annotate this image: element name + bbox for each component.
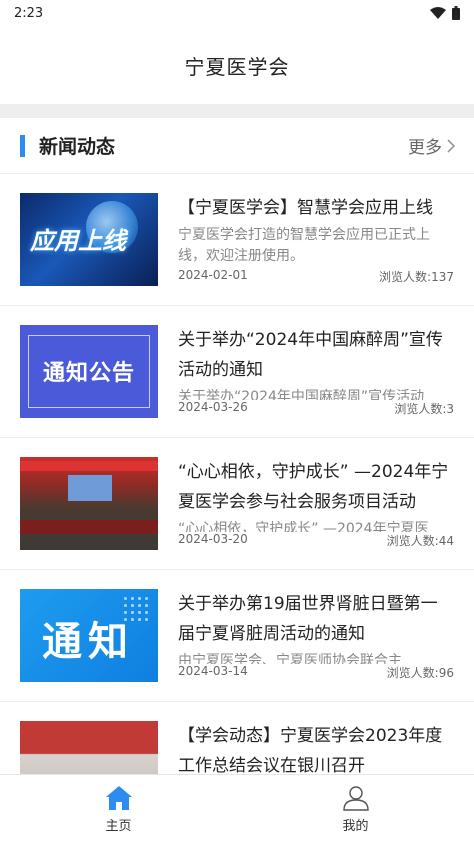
news-item[interactable]: 通知公告 关于举办“2024年中国麻醉周”宣传活动的通知 关于举办“2024年中… — [0, 306, 474, 438]
news-title: 关于举办第19届世界肾脏日暨第一届宁夏肾脏周活动的通知 — [178, 594, 438, 644]
news-date: 2024-03-14 — [178, 664, 248, 678]
section-divider — [0, 104, 474, 118]
news-title: 【宁夏医学会】智慧学会应用上线 — [178, 198, 433, 218]
news-title: 关于举办“2024年中国麻醉周”宣传活动的通知 — [178, 330, 443, 380]
news-thumbnail: 应用上线 — [20, 193, 158, 286]
thumbnail-text: 通知公告 — [42, 361, 135, 386]
news-section-header: 新闻动态 更多 — [0, 118, 474, 174]
news-item[interactable]: 应用上线 【宁夏医学会】智慧学会应用上线 宁夏医学会打造的智慧学会应用已正式上线… — [0, 174, 474, 306]
news-item[interactable]: 通知 关于举办第19届世界肾脏日暨第一届宁夏肾脏周活动的通知 由宁夏医学会、宁夏… — [0, 570, 474, 702]
news-item[interactable]: “心心相依，守护成长” —2024年宁夏医学会参与社会服务项目活动 “心心相依，… — [0, 438, 474, 570]
wifi-icon — [430, 7, 446, 19]
chevron-right-icon — [447, 138, 456, 153]
news-title: 【学会动态】宁夏医学会2023年度工作总结会议在银川召开 — [178, 726, 443, 774]
thumbnail-text: 通知 — [42, 619, 134, 665]
user-icon — [342, 786, 369, 811]
news-item[interactable]: 【学会动态】宁夏医学会2023年度工作总结会议在银川召开 — [0, 702, 474, 774]
more-button[interactable]: 更多 — [408, 133, 456, 158]
section-title: 新闻动态 — [39, 136, 116, 158]
news-date: 2024-03-26 — [178, 400, 248, 414]
app-header: 宁夏医学会 — [0, 26, 474, 104]
thumbnail-text: 应用上线 — [30, 227, 126, 255]
news-title: “心心相依，守护成长” —2024年宁夏医学会参与社会服务项目活动 — [178, 462, 449, 512]
news-thumbnail: 通知 — [20, 589, 158, 682]
news-views: 浏览人数:44 — [386, 534, 454, 548]
tab-mine[interactable]: 我的 — [237, 775, 474, 844]
tab-home-label: 主页 — [105, 819, 132, 834]
news-views: 浏览人数:96 — [386, 666, 454, 680]
page-title: 宁夏医学会 — [184, 54, 290, 79]
news-views: 浏览人数:137 — [379, 270, 454, 284]
section-accent-bar — [20, 134, 25, 157]
news-views: 浏览人数:3 — [394, 402, 454, 416]
status-time: 2:23 — [14, 5, 44, 21]
news-date: 2024-03-20 — [178, 532, 248, 546]
more-label: 更多 — [408, 138, 442, 158]
battery-icon — [452, 6, 460, 20]
news-date: 2024-02-01 — [178, 268, 248, 282]
news-thumbnail: 通知公告 — [20, 325, 158, 418]
bottom-tab-bar: 主页 我的 — [0, 774, 474, 844]
tab-mine-label: 我的 — [342, 819, 369, 834]
news-summary: 宁夏医学会打造的智慧学会应用已正式上线，欢迎注册使用。 — [178, 227, 430, 264]
home-icon — [105, 786, 132, 810]
status-bar: 2:23 — [0, 0, 474, 26]
tab-home[interactable]: 主页 — [0, 775, 237, 844]
news-list: 应用上线 【宁夏医学会】智慧学会应用上线 宁夏医学会打造的智慧学会应用已正式上线… — [0, 174, 474, 774]
news-thumbnail — [20, 721, 158, 774]
news-thumbnail — [20, 457, 158, 550]
